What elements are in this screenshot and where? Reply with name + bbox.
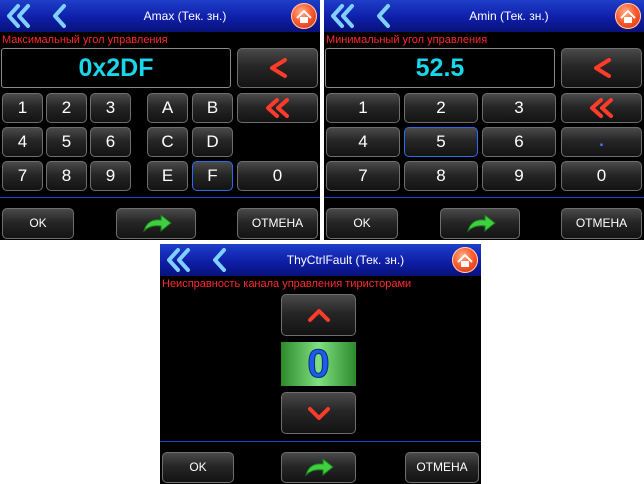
cancel-button[interactable]: ОТМЕНА bbox=[405, 452, 479, 483]
apply-button[interactable] bbox=[116, 208, 196, 239]
divider bbox=[324, 197, 644, 198]
key-2[interactable]: 2 bbox=[46, 93, 87, 123]
key-d[interactable]: D bbox=[192, 127, 233, 157]
chevron-left-icon[interactable] bbox=[46, 2, 76, 30]
backspace-button[interactable] bbox=[237, 48, 318, 88]
key-2[interactable]: 2 bbox=[404, 93, 478, 123]
key-4[interactable]: 4 bbox=[326, 127, 400, 157]
key-8[interactable]: 8 bbox=[46, 161, 87, 191]
parameter-description: Неисправность канала управления тиристор… bbox=[162, 278, 412, 290]
divider bbox=[0, 197, 320, 198]
divider bbox=[160, 441, 481, 442]
cancel-button[interactable]: ОТМЕНА bbox=[237, 208, 318, 239]
value-display: 0x2DF bbox=[1, 48, 231, 88]
amin-panel: Amin (Тек. зн.) Минимальный угол управле… bbox=[324, 0, 644, 240]
cancel-button[interactable]: ОТМЕНА bbox=[561, 208, 642, 239]
window-title: ThyCtrlFault (Тек. зн.) bbox=[286, 253, 405, 267]
double-chevron-left-icon[interactable] bbox=[164, 246, 194, 274]
chevron-left-icon[interactable] bbox=[370, 2, 400, 30]
arrow-up-red-icon bbox=[308, 309, 330, 322]
double-chevron-left-icon[interactable] bbox=[328, 2, 358, 30]
key-dot[interactable]: . bbox=[561, 127, 642, 157]
arrow-left-red-icon bbox=[270, 58, 287, 78]
key-5[interactable]: 5 bbox=[404, 127, 478, 157]
value-display: 52.5 bbox=[325, 48, 555, 88]
backspace-button[interactable] bbox=[561, 48, 642, 88]
key-4[interactable]: 4 bbox=[2, 127, 43, 157]
green-arrow-icon bbox=[143, 213, 172, 233]
key-f[interactable]: F bbox=[192, 161, 233, 191]
double-chevron-left-icon[interactable] bbox=[4, 2, 34, 30]
arrow-left-red-icon bbox=[594, 58, 611, 78]
home-icon[interactable] bbox=[615, 3, 641, 29]
ok-button[interactable]: OK bbox=[326, 208, 398, 239]
key-7[interactable]: 7 bbox=[326, 161, 400, 191]
key-0[interactable]: 0 bbox=[237, 161, 318, 191]
key-b[interactable]: B bbox=[192, 93, 233, 123]
value-display: 0 bbox=[281, 342, 356, 387]
thyctrlfault-panel: ThyCtrlFault (Тек. зн.) Неисправность ка… bbox=[160, 244, 481, 484]
parameter-description: Минимальный угол управления bbox=[326, 34, 488, 46]
ok-button[interactable]: OK bbox=[2, 208, 74, 239]
clear-button[interactable] bbox=[561, 93, 642, 123]
key-e[interactable]: E bbox=[147, 161, 188, 191]
double-arrow-left-red-icon bbox=[590, 98, 613, 118]
arrow-down-red-icon bbox=[308, 407, 330, 420]
key-1[interactable]: 1 bbox=[326, 93, 400, 123]
window-title: Amax (Тек. зн.) bbox=[143, 9, 227, 23]
key-c[interactable]: C bbox=[147, 127, 188, 157]
clear-button[interactable] bbox=[237, 93, 318, 123]
key-1[interactable]: 1 bbox=[2, 93, 43, 123]
key-7[interactable]: 7 bbox=[2, 161, 43, 191]
apply-button[interactable] bbox=[440, 208, 520, 239]
green-arrow-icon bbox=[467, 213, 496, 233]
key-8[interactable]: 8 bbox=[404, 161, 478, 191]
key-3[interactable]: 3 bbox=[90, 93, 131, 123]
key-3[interactable]: 3 bbox=[482, 93, 556, 123]
key-6[interactable]: 6 bbox=[90, 127, 131, 157]
key-a[interactable]: A bbox=[147, 93, 188, 123]
decrement-button[interactable] bbox=[281, 392, 356, 434]
title-bar: ThyCtrlFault (Тек. зн.) bbox=[160, 244, 481, 276]
title-bar: Amax (Тек. зн.) bbox=[0, 0, 320, 32]
ok-button[interactable]: OK bbox=[162, 452, 234, 483]
key-9[interactable]: 9 bbox=[482, 161, 556, 191]
increment-button[interactable] bbox=[281, 294, 356, 336]
home-icon[interactable] bbox=[291, 3, 317, 29]
double-arrow-left-red-icon bbox=[266, 98, 289, 118]
key-9[interactable]: 9 bbox=[90, 161, 131, 191]
window-title: Amin (Тек. зн.) bbox=[469, 9, 549, 23]
title-bar: Amin (Тек. зн.) bbox=[324, 0, 644, 32]
green-arrow-icon bbox=[305, 457, 334, 477]
chevron-left-icon[interactable] bbox=[206, 246, 236, 274]
key-6[interactable]: 6 bbox=[482, 127, 556, 157]
key-5[interactable]: 5 bbox=[46, 127, 87, 157]
amax-panel: Amax (Тек. зн.) Максимальный угол управл… bbox=[0, 0, 320, 240]
home-icon[interactable] bbox=[452, 247, 478, 273]
apply-button[interactable] bbox=[281, 452, 356, 483]
key-0[interactable]: 0 bbox=[561, 161, 642, 191]
parameter-description: Максимальный угол управления bbox=[2, 34, 168, 46]
